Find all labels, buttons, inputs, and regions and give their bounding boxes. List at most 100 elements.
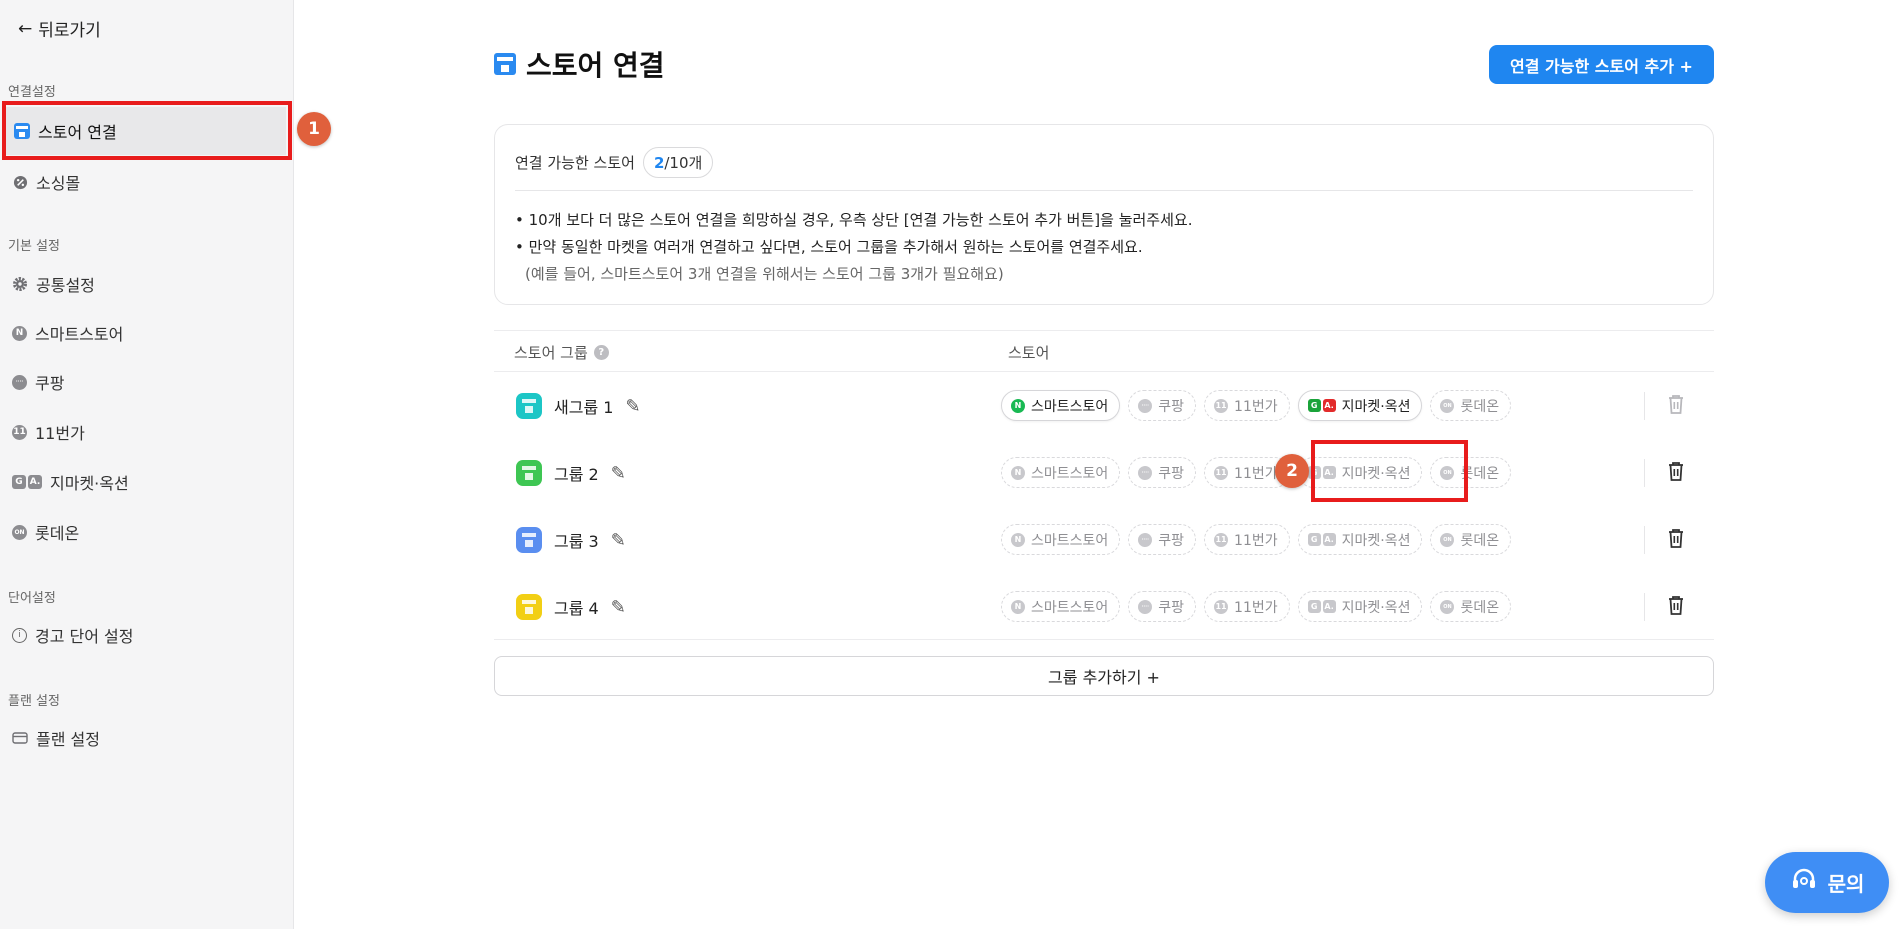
coupang-icon: ···· [1138, 398, 1153, 413]
trash-icon[interactable] [1666, 594, 1686, 620]
store-chip-list: N 스마트스토어 ···· 쿠팡 11 11번가 G A. 지마켓·옥션 ON 롯데온 [1001, 524, 1512, 555]
info-text: • 10개 보다 더 많은 스토어 연결을 희망하실 경우, 우측 상단 [연결… [515, 207, 1192, 288]
sidebar-item-common-settings[interactable]: 공통설정 [12, 264, 282, 304]
divider [1644, 593, 1645, 621]
sidebar-item-plan-settings[interactable]: 플랜 설정 [12, 718, 282, 758]
store-chip-label: 지마켓·옥션 [1341, 398, 1411, 415]
naver-icon: N [1011, 532, 1025, 547]
info-card: 연결 가능한 스토어 2/10개 • 10개 보다 더 많은 스토어 연결을 희… [494, 124, 1714, 305]
store-chip-coupang[interactable]: ···· 쿠팡 [1128, 390, 1197, 421]
store-chip-label: 지마켓·옥션 [1341, 599, 1411, 616]
store-chip-label: 11번가 [1234, 599, 1278, 616]
group-store-icon [516, 393, 542, 419]
store-chip-label: 스마트스토어 [1031, 398, 1109, 415]
add-group-button[interactable]: 그룹 추가하기 + [494, 656, 1714, 696]
store-count-badge: 2/10개 [642, 147, 714, 178]
help-icon[interactable]: ? [593, 345, 609, 360]
sidebar-item-label: 플랜 설정 [36, 730, 100, 749]
store-chip-label: 지마켓·옥션 [1341, 465, 1411, 482]
store-chip-coupang[interactable]: ···· 쿠팡 [1128, 524, 1197, 555]
arrow-left-icon: ← [18, 18, 33, 39]
sidebar-item-gmarket-auction[interactable]: G A. 지마켓·옥션 [12, 462, 282, 502]
store-chip-lotteon[interactable]: ON 롯데온 [1430, 591, 1512, 622]
section-label-words: 단어설정 [8, 591, 56, 606]
store-chip-label: 스마트스토어 [1031, 465, 1109, 482]
inquiry-label: 문의 [1827, 872, 1865, 896]
sidebar-item-warning-words[interactable]: i 경고 단어 설정 [12, 615, 282, 655]
info-example: (예를 들어, 스마트스토어 3개 연결을 위해서는 스토어 그룹 3개가 필요… [525, 265, 1004, 283]
sidebar-item-sourcing[interactable]: 소싱몰 [12, 162, 282, 202]
sidebar-item-lotteon[interactable]: ON 롯데온 [12, 512, 282, 552]
trash-icon[interactable] [1666, 527, 1686, 553]
divider [1644, 459, 1645, 487]
store-chip-list: N 스마트스토어 ···· 쿠팡 11 11번가 G A. 지마켓·옥션 ON 롯데온 [1001, 457, 1512, 488]
section-label-plan: 플랜 설정 [8, 694, 60, 709]
gmarket-auction-icon: G A. [1307, 600, 1336, 613]
sidebar-item-smartstore[interactable]: N 스마트스토어 [12, 313, 282, 353]
store-chip-lotteon[interactable]: ON 롯데온 [1430, 390, 1512, 421]
store-chip-label: 롯데온 [1460, 599, 1500, 616]
naver-icon: N [12, 325, 27, 341]
sidebar-item-label: 소싱몰 [36, 174, 81, 193]
store-chip-coupang[interactable]: ···· 쿠팡 [1128, 457, 1197, 488]
table-row: 그룹 3 ✎ N 스마트스토어 ···· 쿠팡 11 11번가 G A. 지마켓·옥션 ON 롯데온 [494, 506, 1714, 573]
trash-icon[interactable] [1666, 393, 1686, 419]
sidebar: ← 뒤로가기 연결설정 스토어 연결 소싱몰 기본 설정 공통설정 N 스마트스… [0, 0, 294, 929]
pencil-icon[interactable]: ✎ [611, 597, 626, 618]
gmarket-auction-icon: G A. [1307, 466, 1336, 479]
store-chip-gmarket[interactable]: G A. 지마켓·옥션 [1297, 524, 1423, 555]
store-chip-naver[interactable]: N 스마트스토어 [1001, 524, 1121, 555]
store-chip-gmarket[interactable]: G A. 지마켓·옥션 [1297, 390, 1423, 421]
store-count-header: 연결 가능한 스토어 2/10개 [515, 147, 714, 178]
coupang-icon: ···· [1138, 599, 1153, 614]
gear-icon [12, 276, 28, 292]
pencil-icon[interactable]: ✎ [611, 463, 626, 484]
back-label: 뒤로가기 [38, 21, 101, 41]
group-name: 그룹 3 [554, 532, 599, 551]
sidebar-item-11st[interactable]: 11 11번가 [12, 412, 282, 452]
11st-icon: 11 [12, 424, 27, 440]
store-chip-label: 쿠팡 [1158, 398, 1185, 415]
inquiry-button[interactable]: 문의 [1765, 852, 1889, 913]
section-label-basic: 기본 설정 [8, 239, 60, 254]
lotteon-icon: ON [1440, 398, 1455, 413]
sidebar-item-label: 경고 단어 설정 [35, 627, 134, 646]
store-chip-lotteon[interactable]: ON 롯데온 [1430, 457, 1512, 488]
sidebar-item-label: 롯데온 [35, 524, 80, 543]
step-marker-2: 2 [1275, 454, 1309, 488]
gmarket-auction-icon: G A. [12, 475, 42, 489]
trash-icon[interactable] [1666, 460, 1686, 486]
store-chip-gmarket[interactable]: G A. 지마켓·옥션 [1297, 457, 1423, 488]
pencil-icon[interactable]: ✎ [625, 396, 640, 417]
lotteon-icon: ON [1440, 465, 1455, 480]
step-marker-1: 1 [297, 112, 331, 146]
page-title-text: 스토어 연결 [526, 49, 665, 82]
store-chip-label: 쿠팡 [1158, 465, 1185, 482]
store-icon [494, 53, 516, 75]
store-chip-11st[interactable]: 11 11번가 [1204, 524, 1290, 555]
group-name: 새그룹 1 [554, 398, 614, 417]
info-icon: i [12, 627, 27, 643]
store-chip-11st[interactable]: 11 11번가 [1204, 591, 1290, 622]
store-chip-naver[interactable]: N 스마트스토어 [1001, 591, 1121, 622]
store-chip-label: 11번가 [1234, 465, 1278, 482]
back-button[interactable]: ← 뒤로가기 [18, 16, 101, 42]
sidebar-item-label: 11번가 [35, 424, 85, 443]
store-chip-naver[interactable]: N 스마트스토어 [1001, 390, 1121, 421]
sidebar-item-label: 공통설정 [36, 276, 95, 295]
store-chip-lotteon[interactable]: ON 롯데온 [1430, 524, 1512, 555]
store-chip-coupang[interactable]: ···· 쿠팡 [1128, 591, 1197, 622]
store-chip-gmarket[interactable]: G A. 지마켓·옥션 [1297, 591, 1423, 622]
pencil-icon[interactable]: ✎ [611, 530, 626, 551]
divider [494, 639, 1714, 640]
store-chip-11st[interactable]: 11 11번가 [1204, 390, 1290, 421]
store-chip-naver[interactable]: N 스마트스토어 [1001, 457, 1121, 488]
sidebar-item-coupang[interactable]: ···· 쿠팡 [12, 362, 282, 402]
info-line-2: • 만약 동일한 마켓을 여러개 연결하고 싶다면, 스토어 그룹을 추가해서 … [515, 238, 1143, 256]
table-header: 스토어 그룹 ? 스토어 [494, 330, 1714, 372]
lotteon-icon: ON [1440, 532, 1455, 547]
add-connectable-store-button[interactable]: 연결 가능한 스토어 추가 + [1489, 45, 1714, 84]
11st-icon: 11 [1214, 398, 1229, 413]
sidebar-item-store-connect[interactable]: 스토어 연결 [6, 107, 286, 155]
11st-icon: 11 [1214, 532, 1229, 547]
